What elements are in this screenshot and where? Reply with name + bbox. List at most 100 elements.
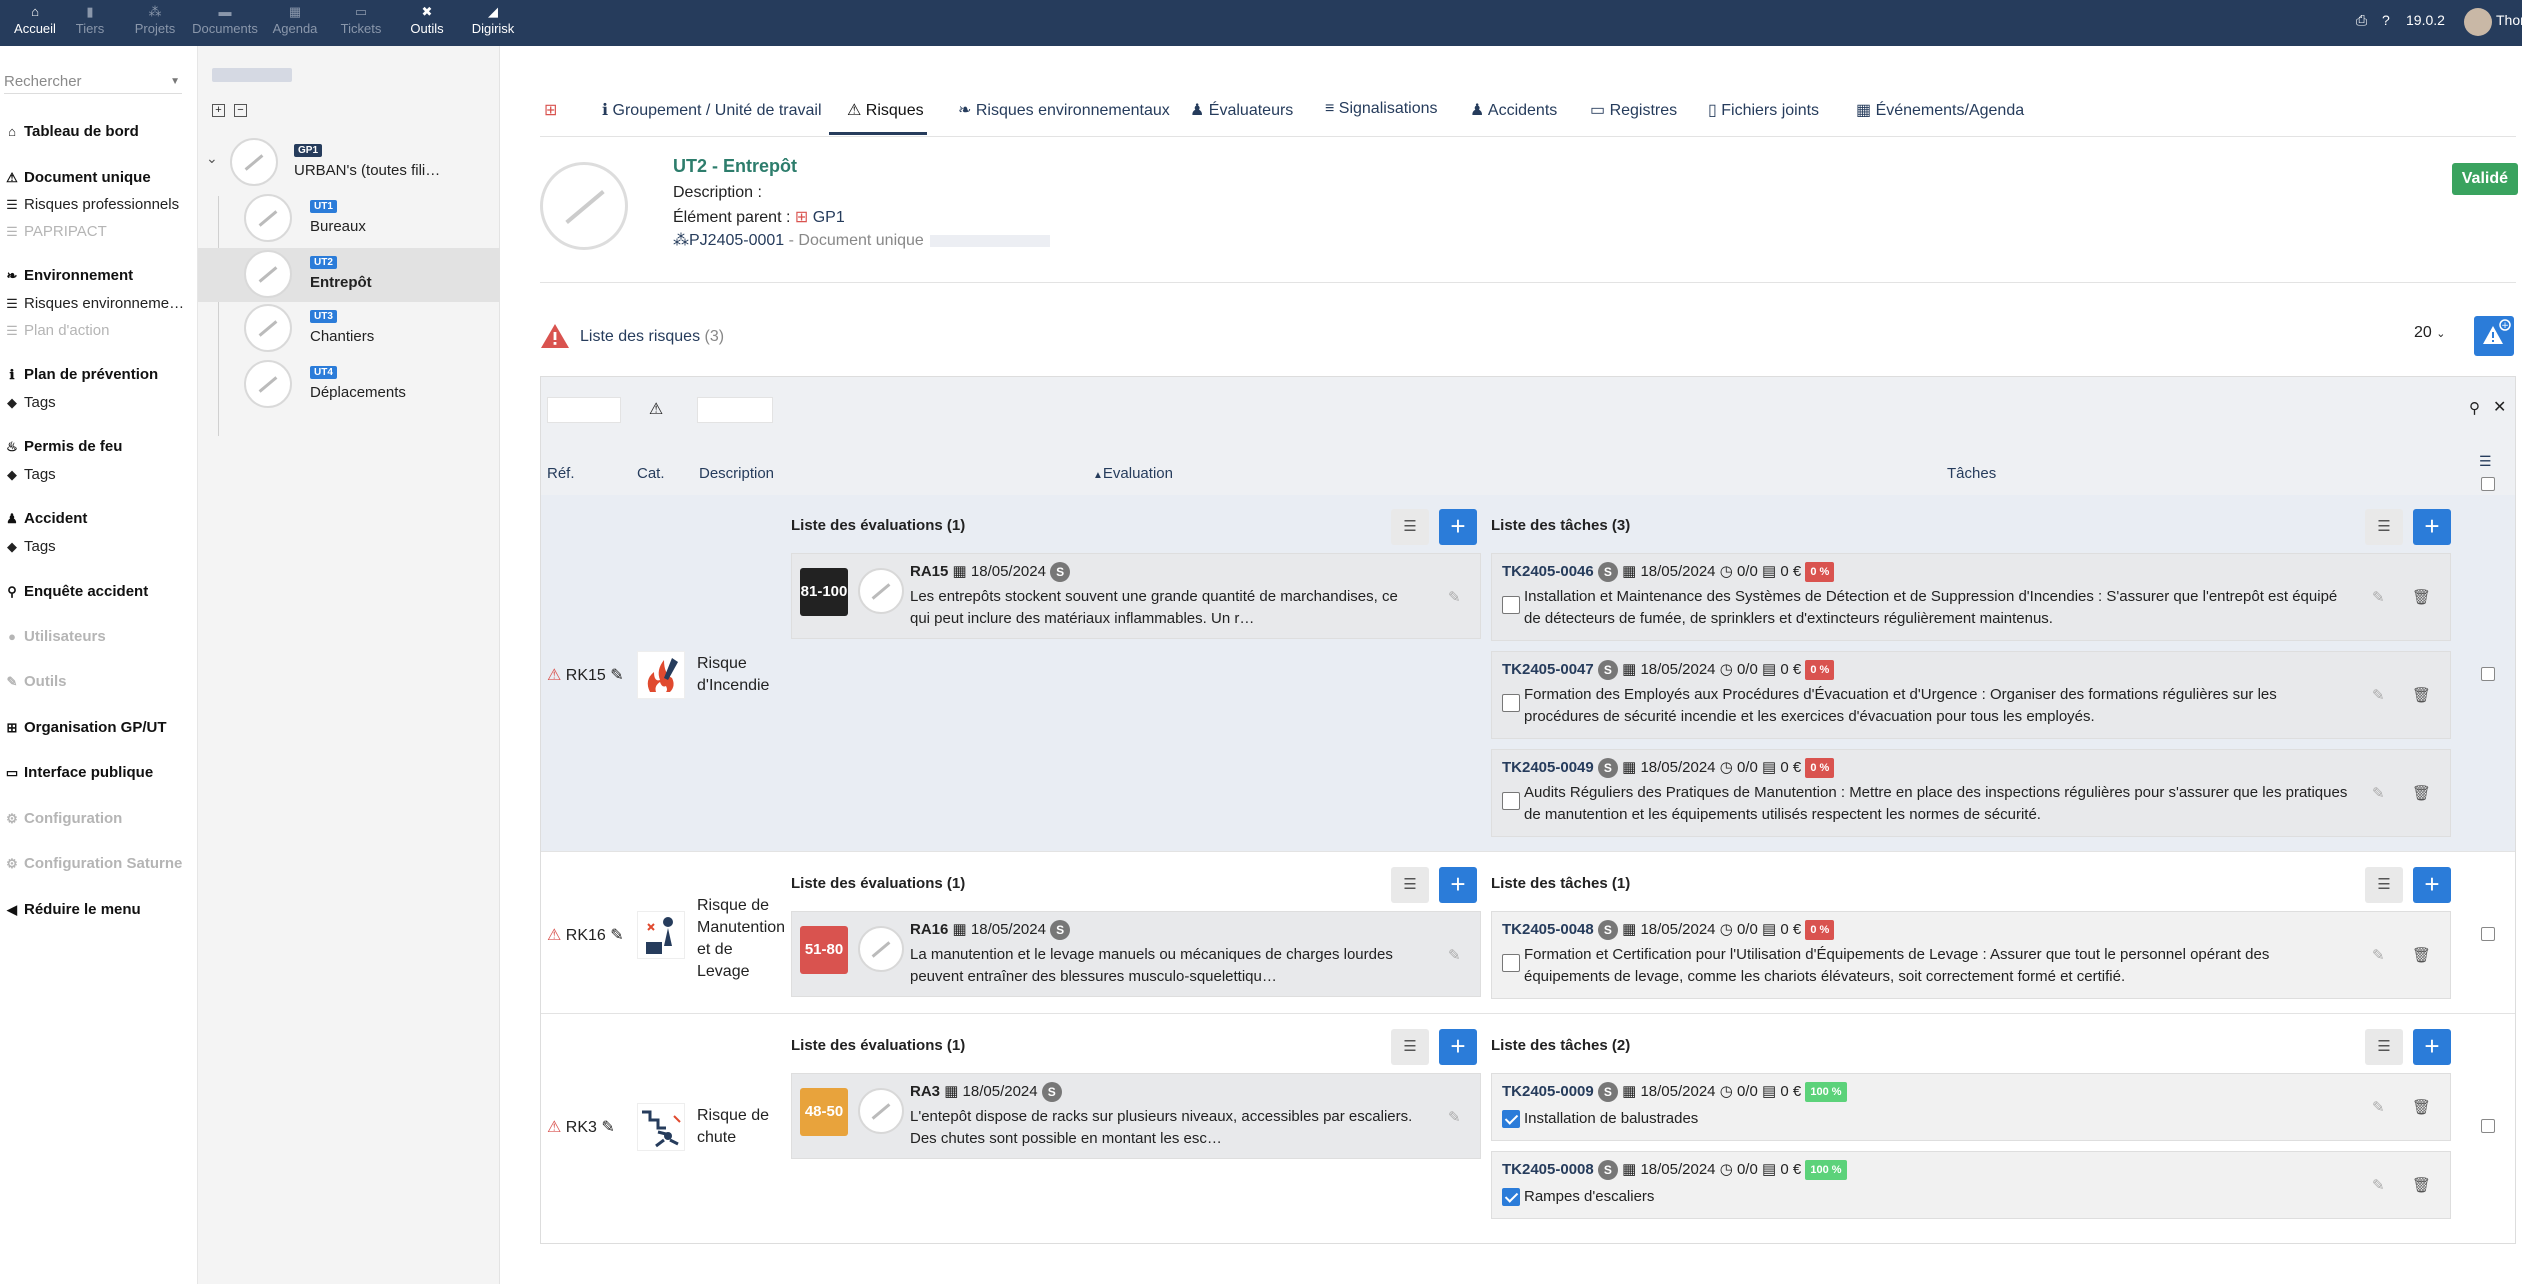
task-ref[interactable]: TK2405-0008 (1502, 1161, 1594, 1178)
collapse-all-icon[interactable]: − (234, 104, 247, 117)
pencil-icon[interactable]: ✎ (2372, 686, 2385, 704)
trash-icon[interactable]: 🗑 (2412, 784, 2431, 802)
column-evaluation[interactable]: ▲Evaluation (1093, 465, 1173, 482)
task-ref[interactable]: TK2405-0049 (1502, 759, 1594, 776)
sidebar-item-papripact[interactable]: ☰ PAPRIPACT (4, 222, 107, 242)
sidebar-item-document-unique[interactable]: ⚠ Document unique (4, 168, 151, 188)
tree-node-ut3[interactable]: UT3 Chantiers (198, 302, 500, 356)
trash-icon[interactable]: 🗑 (2412, 686, 2431, 704)
sidebar-item-organisation[interactable]: ⊞ Organisation GP/UT (4, 718, 167, 738)
pencil-icon[interactable]: ✎ (610, 667, 623, 684)
close-icon[interactable]: ✕ (2493, 397, 2506, 417)
list-evaluations-button[interactable]: ☰ (1391, 867, 1429, 903)
task-ref[interactable]: TK2405-0048 (1502, 921, 1594, 938)
trash-icon[interactable]: 🗑 (2412, 588, 2431, 606)
sidebar-item-interface-publique[interactable]: ▭ Interface publique (4, 763, 153, 783)
trash-icon[interactable]: 🗑 (2412, 1176, 2431, 1194)
tab-risques-environnementaux[interactable]: ❧ Risques environnementaux (958, 100, 1170, 120)
menu-digirisk[interactable]: ◢ Digirisk (458, 0, 528, 46)
sidebar-item-tags-feu[interactable]: ◆ Tags (4, 465, 56, 485)
pencil-icon[interactable]: ✎ (601, 1119, 614, 1136)
list-tasks-button[interactable]: ☰ (2365, 509, 2403, 545)
pencil-icon[interactable]: ✎ (1448, 588, 1461, 606)
ut-photo-placeholder[interactable] (540, 162, 628, 250)
task-checkbox[interactable] (1502, 1110, 1520, 1128)
list-tasks-button[interactable]: ☰ (2365, 867, 2403, 903)
select-all-checkbox[interactable] (2481, 477, 2495, 491)
parent-link[interactable]: GP1 (813, 209, 845, 226)
risk-score-badge[interactable]: 81-100 (800, 568, 848, 616)
task-checkbox[interactable] (1502, 694, 1520, 712)
list-icon[interactable]: ☰ (2479, 453, 2492, 470)
menu-agenda[interactable]: ▦ Agenda (260, 0, 330, 46)
task-ref[interactable]: TK2405-0047 (1502, 661, 1594, 678)
sidebar-item-configuration[interactable]: ⚙ Configuration (4, 809, 122, 829)
tree-node-gp1[interactable]: GP1 URBAN's (toutes fili… (198, 138, 500, 188)
tab-fichiers-joints[interactable]: ▯ Fichiers joints (1708, 100, 1819, 120)
add-evaluation-button[interactable]: + (1439, 509, 1477, 545)
sidebar-item-plan-action[interactable]: ☰ Plan d'action (4, 321, 109, 341)
ref-filter-input[interactable] (547, 397, 621, 423)
add-task-button[interactable]: + (2413, 867, 2451, 903)
sidebar-item-reduire-menu[interactable]: ◀ Réduire le menu (4, 900, 141, 920)
risk-score-badge[interactable]: 48-50 (800, 1088, 848, 1136)
task-checkbox[interactable] (1502, 954, 1520, 972)
task-checkbox[interactable] (1502, 1188, 1520, 1206)
tab-groupement[interactable]: ℹ Groupement / Unité de travail (602, 100, 822, 120)
sidebar-item-tags-prevention[interactable]: ◆ Tags (4, 393, 56, 413)
list-tasks-button[interactable]: ☰ (2365, 1029, 2403, 1065)
tab-accidents[interactable]: ♟ Accidents (1470, 100, 1557, 120)
tab-registres[interactable]: ▭ Registres (1590, 100, 1677, 120)
pencil-icon[interactable]: ✎ (2372, 1098, 2385, 1116)
menu-outils[interactable]: ✖ Outils (392, 0, 462, 46)
risk-ref[interactable]: ⚠ RK15 ✎ (547, 665, 624, 685)
per-page-select[interactable]: 20 ⌄ (2414, 324, 2445, 342)
row-checkbox[interactable] (2481, 1119, 2495, 1133)
trash-icon[interactable]: 🗑 (2412, 946, 2431, 964)
row-checkbox[interactable] (2481, 927, 2495, 941)
trash-icon[interactable]: 🗑 (2412, 1098, 2431, 1116)
tree-node-ut2[interactable]: UT2 Entrepôt (198, 248, 500, 302)
menu-tiers[interactable]: ▮ Tiers (55, 0, 125, 46)
tab-evenements-agenda[interactable]: ▦ Événements/Agenda (1856, 100, 2024, 120)
category-filter-icon[interactable]: ⚠ (641, 395, 671, 425)
pencil-icon[interactable]: ✎ (2372, 946, 2385, 964)
sidebar-item-permis-de-feu[interactable]: ♨ Permis de feu (4, 437, 122, 457)
risk-ref[interactable]: ⚠ RK16 ✎ (547, 925, 624, 945)
add-evaluation-button[interactable]: + (1439, 1029, 1477, 1065)
sitemap-icon[interactable]: ⊞ (544, 100, 557, 120)
sidebar-item-risques-environnementaux[interactable]: ☰ Risques environneme… (4, 294, 184, 314)
expand-all-icon[interactable]: + (212, 104, 225, 117)
column-tasks[interactable]: Tâches (1947, 465, 1996, 482)
column-cat[interactable]: Cat. (637, 465, 665, 482)
task-ref[interactable]: TK2405-0009 (1502, 1083, 1594, 1100)
menu-tickets[interactable]: ▭ Tickets (326, 0, 396, 46)
evaluation-photo-placeholder[interactable] (858, 568, 904, 614)
sidebar-item-outils[interactable]: ✎ Outils (4, 672, 67, 692)
project-link[interactable]: PJ2405-0001 (689, 232, 784, 249)
add-evaluation-button[interactable]: + (1439, 867, 1477, 903)
sidebar-item-tableau-de-bord[interactable]: ⌂ Tableau de bord (4, 122, 139, 142)
sidebar-item-accident[interactable]: ♟ Accident (4, 509, 87, 529)
evaluation-photo-placeholder[interactable] (858, 926, 904, 972)
sidebar-item-enquete-accident[interactable]: ⚲ Enquête accident (4, 582, 148, 602)
list-evaluations-button[interactable]: ☰ (1391, 509, 1429, 545)
task-ref[interactable]: TK2405-0046 (1502, 563, 1594, 580)
add-task-button[interactable]: + (2413, 1029, 2451, 1065)
sidebar-item-risques-professionnels[interactable]: ☰ Risques professionnels (4, 195, 179, 215)
tab-signalisations[interactable]: ≡ Signalisations (1325, 100, 1438, 118)
add-risk-button[interactable]: + (2474, 316, 2514, 356)
menu-documents[interactable]: ▬ Documents (190, 0, 260, 46)
tab-risques[interactable]: ⚠ Risques (847, 100, 924, 120)
sidebar-item-plan-prevention[interactable]: ℹ Plan de prévention (4, 365, 159, 385)
help-icon[interactable]: ? (2382, 12, 2390, 28)
column-ref[interactable]: Réf. (547, 465, 575, 482)
risk-ref[interactable]: ⚠ RK3 ✎ (547, 1117, 615, 1137)
search-input[interactable]: Rechercher ▼ (4, 72, 182, 94)
sidebar-item-tags-accident[interactable]: ◆ Tags (4, 537, 56, 557)
user-name[interactable]: Thor (2496, 12, 2522, 28)
sidebar-item-utilisateurs[interactable]: ● Utilisateurs (4, 627, 106, 647)
pencil-icon[interactable]: ✎ (2372, 588, 2385, 606)
search-icon[interactable]: ⚲ (2469, 399, 2480, 417)
add-task-button[interactable]: + (2413, 509, 2451, 545)
